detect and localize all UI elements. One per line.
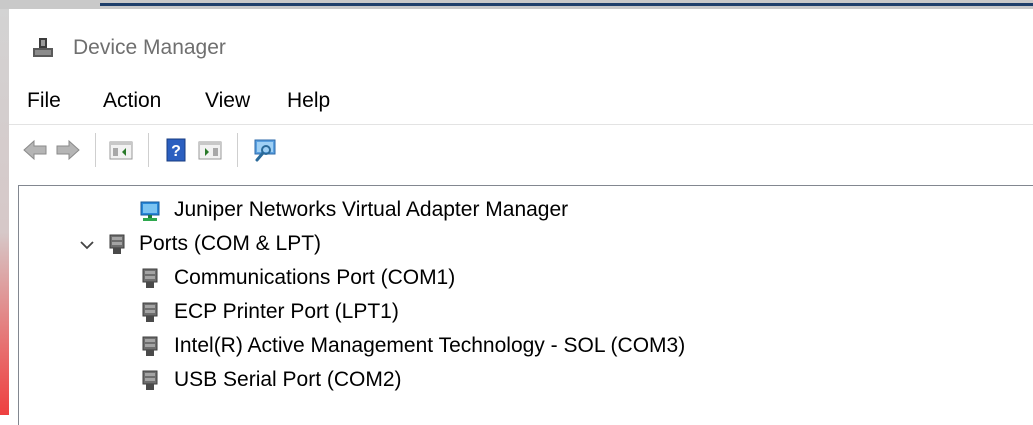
port-icon <box>139 302 161 324</box>
svg-text:?: ? <box>171 143 181 160</box>
tree-item-port[interactable]: Communications Port (COM1) <box>19 262 1029 296</box>
tree-item-label: Intel(R) Active Management Technology - … <box>174 334 686 357</box>
help-icon[interactable]: ? <box>163 137 189 163</box>
menu-bar: File Action View Help <box>9 85 1033 117</box>
toolbar-separator <box>95 133 96 167</box>
title-bar[interactable]: Device Manager <box>9 9 1033 81</box>
back-arrow-icon[interactable] <box>22 137 48 163</box>
chevron-down-icon[interactable] <box>79 237 95 253</box>
show-hide-console-tree-icon[interactable] <box>108 137 134 163</box>
menu-file[interactable]: File <box>27 89 61 113</box>
menu-action[interactable]: Action <box>103 89 161 113</box>
tree-item-juniper-adapter[interactable]: Juniper Networks Virtual Adapter Manager <box>19 194 1029 228</box>
menu-view[interactable]: View <box>205 89 250 113</box>
port-icon <box>139 336 161 358</box>
window-frame-accent <box>100 3 1033 6</box>
scan-hardware-changes-icon[interactable] <box>252 137 278 163</box>
window-frame-left <box>0 9 9 415</box>
tree-item-label: USB Serial Port (COM2) <box>174 368 402 391</box>
tree-item-label: Communications Port (COM1) <box>174 266 456 289</box>
device-manager-icon <box>32 36 54 58</box>
tree-category-label: Ports (COM & LPT) <box>139 232 322 255</box>
device-manager-window: Device Manager File Action View Help ? J… <box>9 9 1033 425</box>
tree-item-label: ECP Printer Port (LPT1) <box>174 300 399 323</box>
tree-item-port[interactable]: ECP Printer Port (LPT1) <box>19 296 1029 330</box>
forward-arrow-icon[interactable] <box>55 137 81 163</box>
device-tree: Juniper Networks Virtual Adapter Manager… <box>18 185 1033 425</box>
network-adapter-icon <box>139 200 161 222</box>
tree-item-label: Juniper Networks Virtual Adapter Manager <box>174 198 569 221</box>
toolbar-separator <box>237 133 238 167</box>
menu-help[interactable]: Help <box>287 89 330 113</box>
toolbar-separator <box>148 133 149 167</box>
port-icon <box>139 370 161 392</box>
tree-item-port[interactable]: USB Serial Port (COM2) <box>19 364 1029 398</box>
tree-item-port[interactable]: Intel(R) Active Management Technology - … <box>19 330 1029 364</box>
tree-category-ports[interactable]: Ports (COM & LPT) <box>19 228 1029 262</box>
window-title: Device Manager <box>73 36 226 59</box>
show-hide-action-pane-icon[interactable] <box>197 137 223 163</box>
port-icon <box>139 268 161 290</box>
port-icon <box>106 234 128 256</box>
